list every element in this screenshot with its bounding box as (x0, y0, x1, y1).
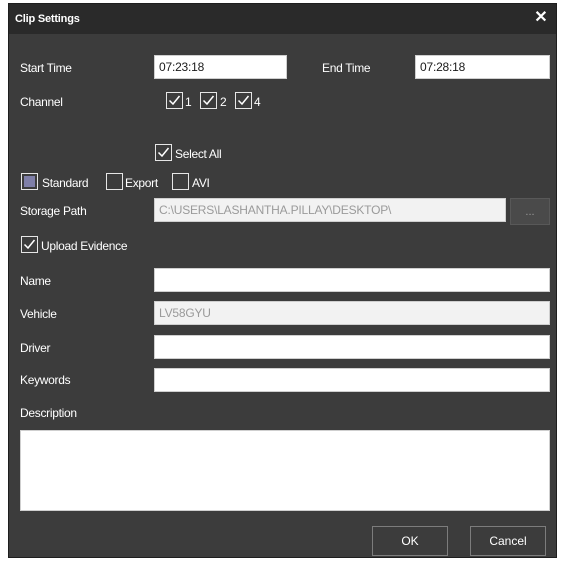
channel-1-checkbox[interactable] (166, 92, 183, 109)
upload-evidence-checkbox[interactable] (21, 236, 38, 253)
vehicle-field: LV58GYU (154, 301, 550, 325)
ok-button[interactable]: OK (372, 526, 448, 556)
description-label: Description (20, 406, 77, 420)
clip-settings-dialog: Clip Settings ✕ Start Time 07:23:18 End … (8, 3, 557, 558)
export-label: Export (125, 176, 158, 190)
select-all-checkbox[interactable] (155, 144, 172, 161)
keywords-field[interactable] (154, 368, 550, 392)
export-checkbox[interactable] (106, 173, 123, 190)
upload-evidence-label: Upload Evidence (41, 239, 128, 253)
dialog-title: Clip Settings (15, 13, 80, 25)
checkmark-icon (157, 147, 170, 158)
channel-label: Channel (20, 95, 63, 109)
end-time-field[interactable]: 07:28:18 (415, 55, 550, 79)
end-time-label: End Time (322, 61, 371, 75)
select-all-label: Select All (175, 147, 222, 161)
channel-2-label: 2 (220, 95, 227, 109)
name-field[interactable] (154, 268, 550, 292)
storage-path-field: C:\USERS\LASHANTHA.PILLAY\DESKTOP\ (154, 198, 506, 222)
channel-1-label: 1 (185, 95, 192, 109)
close-icon[interactable]: ✕ (532, 9, 550, 27)
vehicle-label: Vehicle (20, 307, 57, 321)
description-textarea[interactable] (20, 430, 550, 511)
checkmark-icon (23, 239, 36, 250)
channel-2-checkbox[interactable] (200, 92, 217, 109)
standard-label: Standard (42, 176, 89, 190)
start-time-field[interactable]: 07:23:18 (154, 55, 287, 79)
checkmark-icon (202, 95, 215, 106)
channel-4-label: 4 (254, 95, 261, 109)
name-label: Name (20, 274, 51, 288)
avi-label: AVI (192, 176, 210, 190)
standard-checkbox[interactable] (21, 173, 38, 190)
checkmark-icon (168, 95, 181, 106)
driver-field[interactable] (154, 335, 550, 359)
channel-4-checkbox[interactable] (235, 92, 252, 109)
checkmark-icon (237, 95, 250, 106)
storage-path-label: Storage Path (20, 204, 87, 218)
driver-label: Driver (20, 341, 51, 355)
cancel-button[interactable]: Cancel (470, 526, 546, 556)
start-time-label: Start Time (20, 61, 72, 75)
keywords-label: Keywords (20, 373, 71, 387)
title-bar: Clip Settings ✕ (9, 4, 556, 34)
avi-checkbox[interactable] (172, 173, 189, 190)
browse-button: ... (510, 198, 550, 225)
indeterminate-indicator (24, 176, 35, 187)
